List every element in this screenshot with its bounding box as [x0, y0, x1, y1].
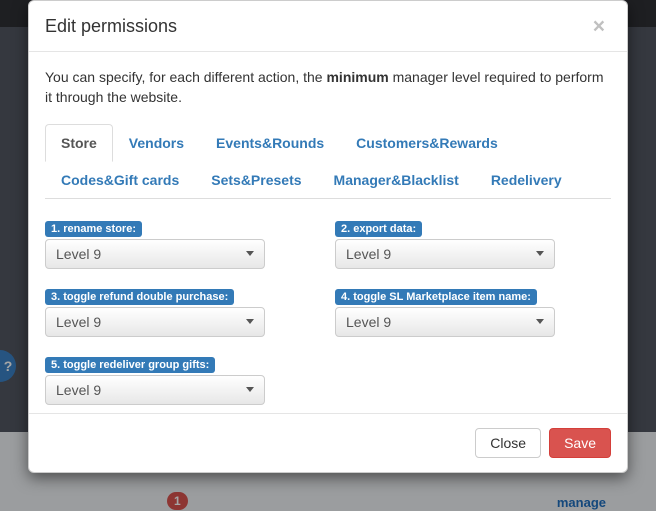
permission-level-select[interactable]: Level 9 — [45, 239, 265, 269]
permission-label: 5. toggle redeliver group gifts: — [45, 357, 215, 373]
tab-codes-gift-cards[interactable]: Codes&Gift cards — [45, 161, 195, 199]
intro-text: You can specify, for each different acti… — [45, 67, 611, 108]
edit-permissions-modal: Edit permissions × You can specify, for … — [28, 0, 628, 473]
permission-label: 4. toggle SL Marketplace item name: — [335, 289, 537, 305]
modal-title: Edit permissions — [45, 16, 611, 37]
modal-header: Edit permissions × — [29, 1, 627, 52]
tab-redelivery[interactable]: Redelivery — [475, 161, 578, 199]
chevron-down-icon — [246, 251, 254, 256]
permission-level-select[interactable]: Level 9 — [45, 375, 265, 405]
modal-body: You can specify, for each different acti… — [29, 52, 627, 413]
permission-item: 2. export data: Level 9 — [335, 219, 585, 269]
permission-level-value: Level 9 — [56, 314, 101, 330]
permission-label: 1. rename store: — [45, 221, 142, 237]
tab-customers-rewards[interactable]: Customers&Rewards — [340, 124, 514, 162]
permission-level-value: Level 9 — [346, 314, 391, 330]
permissions-grid: 1. rename store: Level 9 2. export data: Le… — [45, 199, 611, 405]
chevron-down-icon — [536, 319, 544, 324]
tabs: StoreVendorsEvents&RoundsCustomers&Rewar… — [45, 124, 611, 199]
chevron-down-icon — [246, 387, 254, 392]
close-button[interactable]: Close — [475, 428, 541, 458]
intro-pre: You can specify, for each different acti… — [45, 69, 326, 85]
save-button[interactable]: Save — [549, 428, 611, 458]
intro-bold: minimum — [326, 69, 388, 85]
tab-vendors[interactable]: Vendors — [113, 124, 200, 162]
close-icon[interactable]: × — [587, 15, 611, 38]
tab-events-rounds[interactable]: Events&Rounds — [200, 124, 340, 162]
tab-store[interactable]: Store — [45, 124, 113, 162]
chevron-down-icon — [536, 251, 544, 256]
permission-level-value: Level 9 — [56, 246, 101, 262]
permission-item: 1. rename store: Level 9 — [45, 219, 295, 269]
permission-item: 3. toggle refund double purchase: Level 9 — [45, 287, 295, 337]
permission-item: 4. toggle SL Marketplace item name: Level… — [335, 287, 585, 337]
permission-level-select[interactable]: Level 9 — [335, 239, 555, 269]
permission-level-value: Level 9 — [346, 246, 391, 262]
permission-level-select[interactable]: Level 9 — [335, 307, 555, 337]
chevron-down-icon — [246, 319, 254, 324]
modal-footer: Close Save — [29, 413, 627, 472]
permission-item: 5. toggle redeliver group gifts: Level 9 — [45, 355, 295, 405]
permission-label: 3. toggle refund double purchase: — [45, 289, 234, 305]
tab-sets-presets[interactable]: Sets&Presets — [195, 161, 317, 199]
permission-level-value: Level 9 — [56, 382, 101, 398]
tab-manager-blacklist[interactable]: Manager&Blacklist — [318, 161, 475, 199]
permission-label: 2. export data: — [335, 221, 422, 237]
permission-level-select[interactable]: Level 9 — [45, 307, 265, 337]
